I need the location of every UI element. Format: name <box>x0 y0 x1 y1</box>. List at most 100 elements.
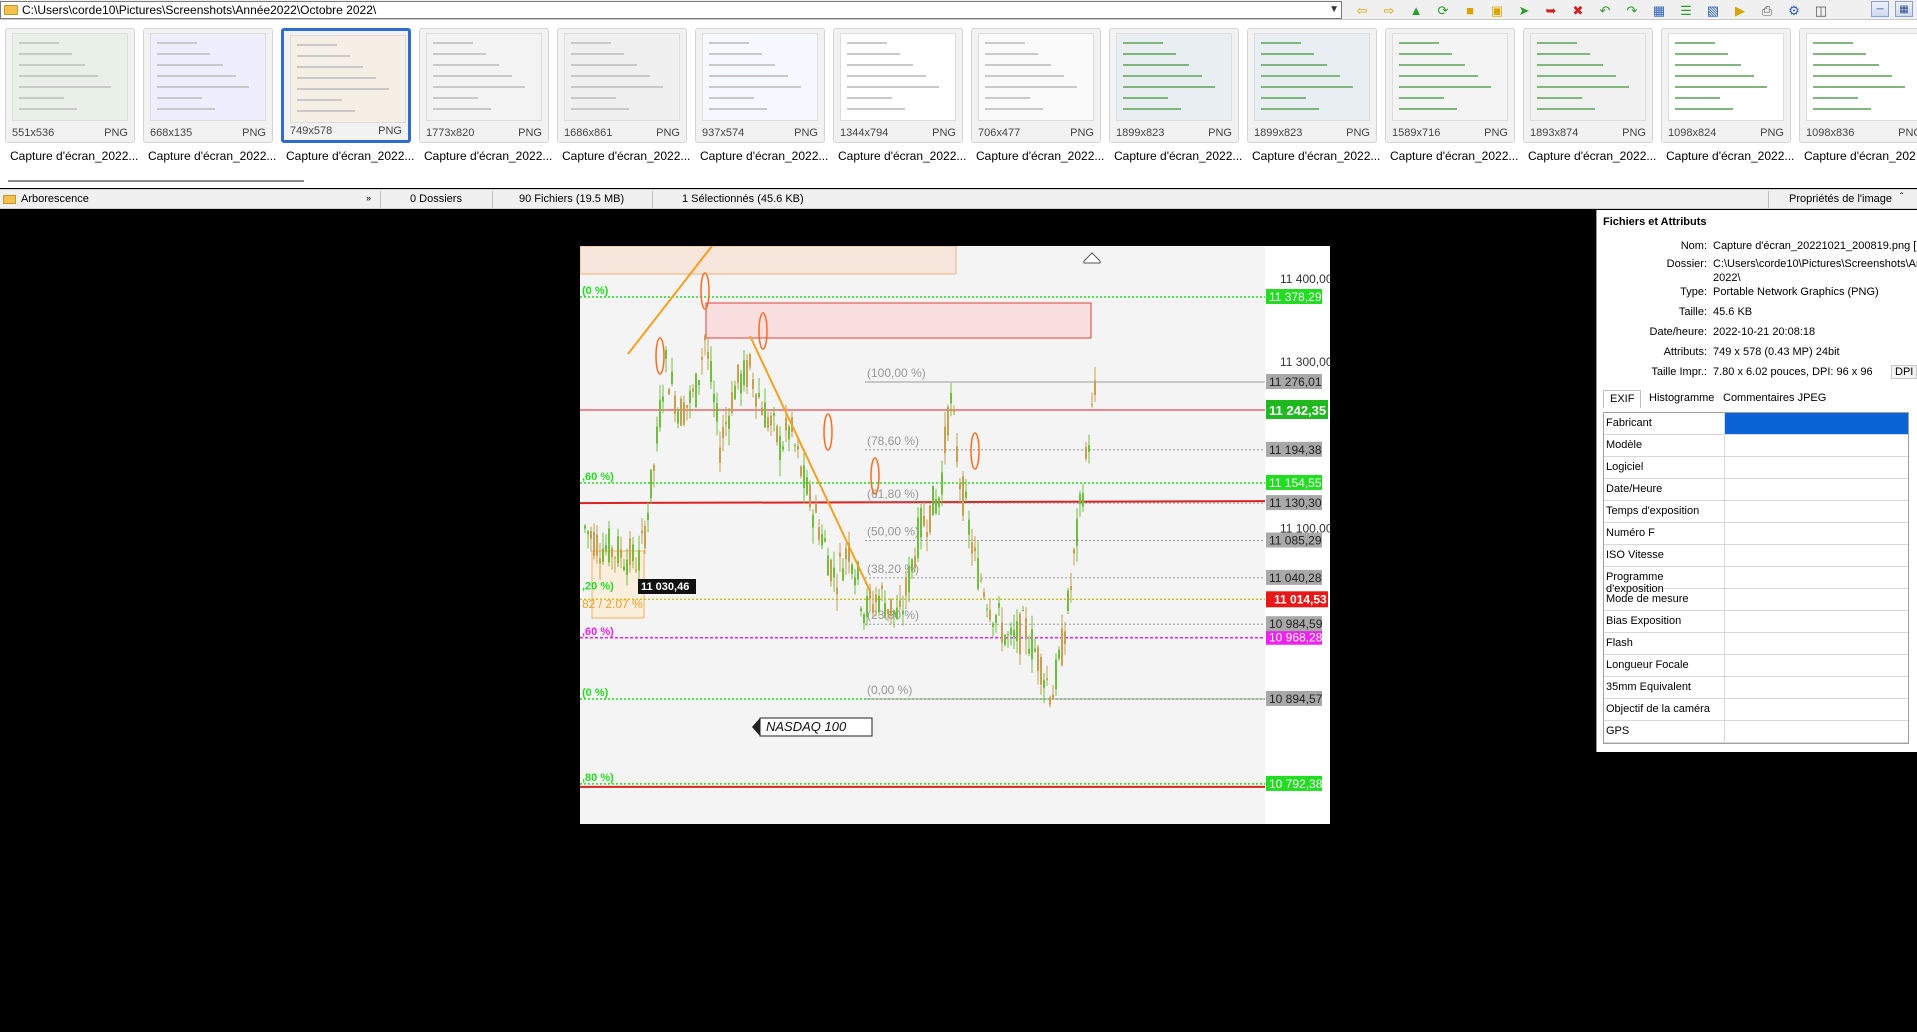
candle-body <box>626 559 628 575</box>
path-input[interactable]: C:\Users\corde10\Pictures\Screenshots\An… <box>0 1 1342 19</box>
thumbnail[interactable]: 1773x820 PNG <box>419 28 549 143</box>
candle-body <box>851 564 853 574</box>
rotate-left-icon[interactable]: ↶ <box>1593 1 1617 19</box>
exif-row[interactable]: Date/Heure <box>1604 479 1908 501</box>
tab-jpeg-comments[interactable]: Commentaires JPEG <box>1723 392 1826 404</box>
thumbnail[interactable]: 706x477 PNG <box>971 28 1101 143</box>
select-all-icon[interactable]: ▦ <box>1647 1 1671 19</box>
collapse-icon[interactable]: » <box>366 193 371 203</box>
thumbnail[interactable]: 937x574 PNG <box>695 28 825 143</box>
move-to-icon[interactable]: ➥ <box>1539 1 1563 19</box>
image-viewer[interactable]: 11 400,00 11 300,00 11 100,00 (0 %) 11 378,2… <box>0 210 1596 1032</box>
candle-body <box>995 615 997 623</box>
thumbnail-name[interactable]: Capture d'écran_202... <box>1804 149 1917 163</box>
thumbnail-name[interactable]: Capture d'écran_2022... <box>148 149 280 163</box>
candle-body <box>821 534 823 546</box>
tab-exif[interactable]: EXIF <box>1603 390 1642 408</box>
thumbnail-line <box>19 97 64 99</box>
slideshow-icon[interactable]: ▶ <box>1728 1 1752 19</box>
folder-up-icon[interactable]: ▲ <box>1404 1 1428 19</box>
candle-body <box>725 421 727 425</box>
folder-icon[interactable]: ■ <box>1458 1 1482 19</box>
folder-icon <box>4 5 18 15</box>
filter-icon[interactable]: ▧ <box>1701 1 1725 19</box>
thumbnail-dimensions: 1344x794 <box>840 127 889 139</box>
copy-to-icon[interactable]: ➤ <box>1512 1 1536 19</box>
thumbnail-name[interactable]: Capture d'écran_2022... <box>1528 149 1660 163</box>
thumbnail-dimensions: 1899x823 <box>1116 127 1165 139</box>
thumbnail-name[interactable]: Capture d'écran_2022... <box>1114 149 1246 163</box>
thumbnail[interactable]: 749x578 PNG <box>281 28 411 143</box>
folder-open-icon[interactable]: ▣ <box>1485 1 1509 19</box>
thumbnail[interactable]: 1686x861 PNG <box>557 28 687 143</box>
thumbnail-line <box>1537 108 1595 110</box>
view-mode-icon[interactable]: ◫ <box>1809 1 1833 19</box>
tree-label[interactable]: Arborescence <box>21 193 89 205</box>
dpi-button[interactable]: DPI <box>1891 365 1917 379</box>
thumbnail-name[interactable]: Capture d'écran_2022... <box>1390 149 1522 163</box>
exif-row[interactable]: GPS <box>1604 721 1908 743</box>
chart-image[interactable]: 11 400,00 11 300,00 11 100,00 (0 %) 11 378,2… <box>580 246 1330 824</box>
rotate-right-icon[interactable]: ↷ <box>1620 1 1644 19</box>
thumbnail-name[interactable]: Capture d'écran_2022... <box>562 149 694 163</box>
exif-row[interactable]: Flash <box>1604 633 1908 655</box>
thumbnail[interactable]: 1344x794 PNG <box>833 28 963 143</box>
strip-scrollbar[interactable] <box>8 180 304 182</box>
thumbnail-name[interactable]: Capture d'écran_2022... <box>424 149 556 163</box>
exif-row[interactable]: 35mm Equivalent <box>1604 677 1908 699</box>
settings-icon[interactable]: ⚙ <box>1782 1 1806 19</box>
exif-row[interactable]: Fabricant <box>1604 413 1908 435</box>
thumbnail[interactable]: 1899x823 PNG <box>1109 28 1239 143</box>
thumbnail[interactable]: 1098x836 PNG <box>1799 28 1917 143</box>
exif-value <box>1725 545 1908 566</box>
thumbnail-name[interactable]: Capture d'écran_2022... <box>976 149 1108 163</box>
thumbnail[interactable]: 551x536 PNG <box>5 28 135 143</box>
exif-row[interactable]: Objectif de la caméra <box>1604 699 1908 721</box>
exif-row[interactable]: ISO Vitesse <box>1604 545 1908 567</box>
thumbnail[interactable]: 1589x716 PNG <box>1385 28 1515 143</box>
back-arrow-icon[interactable]: ⇦ <box>1350 1 1374 19</box>
print-icon[interactable]: ⎙ <box>1755 1 1779 19</box>
thumbnail-name[interactable]: Capture d'écran_2022... <box>838 149 970 163</box>
thumbnail-name[interactable]: Capture d'écran_2022... <box>1666 149 1798 163</box>
property-row: Nom: Capture d'écran_20221021_200819.png … <box>1597 240 1917 256</box>
candle-body <box>1013 629 1015 638</box>
candle-body <box>1028 648 1030 654</box>
exif-row[interactable]: Programme d'exposition <box>1604 567 1908 595</box>
thumbnail-line <box>1813 108 1871 110</box>
exif-row[interactable]: Temps d'exposition <box>1604 501 1908 523</box>
minimize-icon[interactable]: ─ <box>1871 1 1889 17</box>
forward-arrow-icon[interactable]: ⇨ <box>1377 1 1401 19</box>
price-tag-text: 11 085,29 <box>1269 534 1322 548</box>
exif-key: Numéro F <box>1604 523 1725 544</box>
cursor-price-text: 11 030,46 <box>641 581 689 593</box>
sort-icon[interactable]: ☰ <box>1674 1 1698 19</box>
price-tag-text: 10 894,57 <box>1269 692 1323 706</box>
thumbnail-name[interactable]: Capture d'écran_2022... <box>10 149 142 163</box>
folder-refresh-icon[interactable]: ⟳ <box>1431 1 1455 19</box>
thumbnail-name[interactable]: Capture d'écran_2022... <box>286 149 418 163</box>
exif-row[interactable]: Mode de mesure <box>1604 589 1908 611</box>
exif-value <box>1725 633 1908 654</box>
exif-row[interactable]: Modèle <box>1604 435 1908 457</box>
candle-body <box>962 476 964 516</box>
candle-body <box>1070 586 1072 591</box>
grid-view-icon[interactable]: ▦ <box>1895 1 1913 17</box>
exif-row[interactable]: Logiciel <box>1604 457 1908 479</box>
thumbnail[interactable]: 668x135 PNG <box>143 28 273 143</box>
expand-icon[interactable]: ˆ <box>1900 192 1903 203</box>
exif-row[interactable]: Longueur Focale <box>1604 655 1908 677</box>
exif-key: Date/Heure <box>1604 479 1725 500</box>
properties-label[interactable]: Propriétés de l'image <box>1789 193 1892 205</box>
thumbnail[interactable]: 1098x824 PNG <box>1661 28 1791 143</box>
candle-body <box>758 393 760 398</box>
exif-row[interactable]: Numéro F <box>1604 523 1908 545</box>
thumbnail[interactable]: 1899x823 PNG <box>1247 28 1377 143</box>
thumbnail-name[interactable]: Capture d'écran_2022... <box>1252 149 1384 163</box>
chevron-down-icon[interactable]: ▼ <box>1329 4 1339 15</box>
thumbnail[interactable]: 1893x874 PNG <box>1523 28 1653 143</box>
tab-histogram[interactable]: Histogramme <box>1649 392 1714 404</box>
delete-icon[interactable]: ✖ <box>1566 1 1590 19</box>
exif-row[interactable]: Bias Exposition <box>1604 611 1908 633</box>
thumbnail-name[interactable]: Capture d'écran_2022... <box>700 149 832 163</box>
